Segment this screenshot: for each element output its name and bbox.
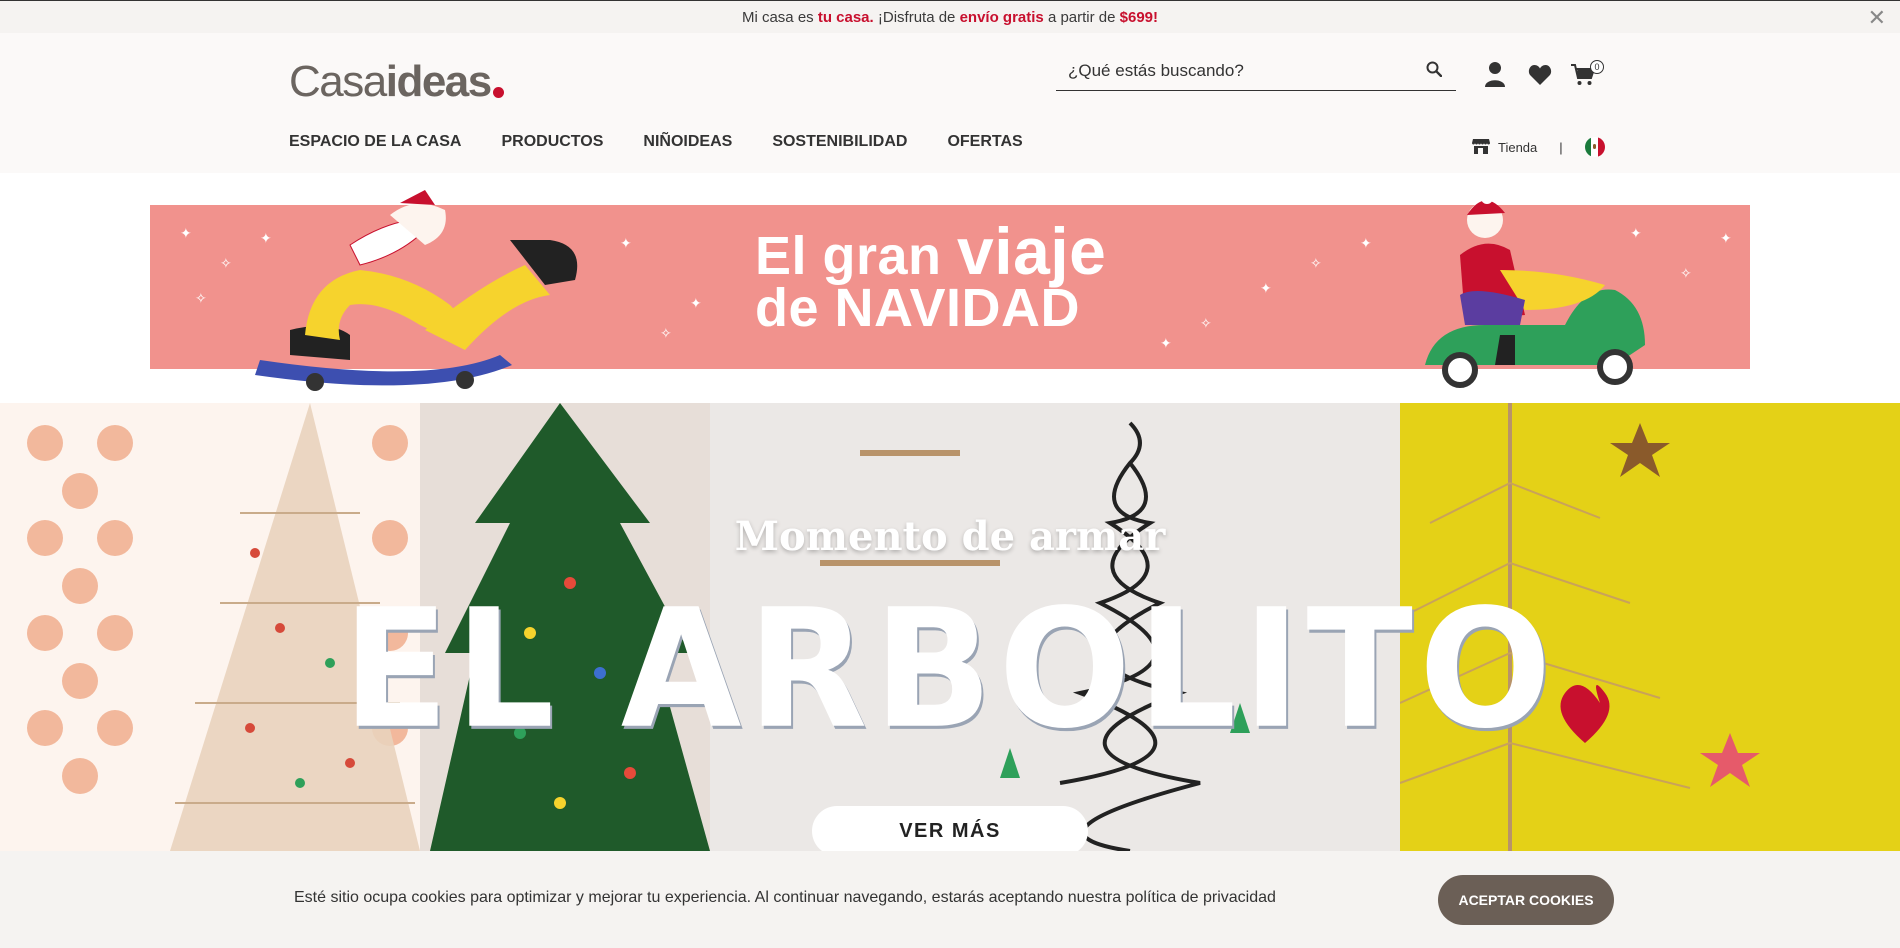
sparkle-icon: ✧ (1200, 315, 1212, 331)
promo-title-line2: de NAVIDAD (755, 278, 1081, 338)
accept-cookies-button[interactable]: ACEPTAR COOKIES (1438, 875, 1614, 925)
announcement-bar: Mi casa es tu casa. ¡Disfruta de envío g… (0, 0, 1900, 33)
main-nav: ESPACIO DE LA CASA PRODUCTOS NIÑOIDEAS S… (289, 133, 1023, 151)
hero-title: EL ARBOLITO (342, 573, 1558, 765)
sparkle-icon: ✦ (690, 295, 702, 311)
promo-title-line1: El gran (755, 226, 958, 286)
logo[interactable]: Casa ideas (289, 57, 504, 107)
announcement-highlight-home: tu casa. (817, 8, 874, 26)
sparkle-icon: ✧ (1680, 265, 1692, 281)
sparkle-icon: ✦ (1260, 280, 1272, 296)
logo-dot (492, 87, 504, 98)
hero-subtitle: Momento de armar (734, 513, 1166, 560)
announcement-text: Mi casa es tu casa. ¡Disfruta de envío g… (742, 9, 1158, 26)
search-input[interactable] (1056, 60, 1406, 81)
cookie-banner: Esté sitio ocupa cookies para optimizar … (0, 851, 1900, 948)
ver-mas-button[interactable]: VER MÁS (812, 806, 1088, 851)
skateboard-illustration (255, 190, 578, 391)
sparkle-icon: ✦ (1160, 335, 1172, 351)
search-icon[interactable] (1426, 61, 1443, 82)
sparkle-icon: ✧ (195, 290, 207, 306)
cart-count-badge: 0 (1590, 60, 1604, 74)
sparkle-icon: ✦ (180, 225, 192, 241)
nav-item-ninoideas[interactable]: NIÑOIDEAS (643, 133, 732, 151)
store-selector: Tienda | (1472, 137, 1605, 157)
sparkle-icon: ✧ (1310, 255, 1322, 271)
close-icon[interactable]: ✕ (1868, 7, 1886, 29)
hero-banner: Momento de armar EL ARBOLITO VER MÁS (0, 403, 1900, 851)
logo-text-ideas: ideas (385, 57, 493, 106)
announcement-middle: ¡Disfruta de (873, 8, 960, 26)
announcement-after: a partir de (1043, 8, 1120, 26)
logo-text-casa: Casa (289, 57, 387, 106)
sparkle-icon: ✦ (1720, 230, 1732, 246)
store-link[interactable]: Tienda (1498, 140, 1537, 155)
store-icon[interactable] (1472, 138, 1490, 157)
sparkle-icon: ✧ (220, 255, 232, 271)
search-bar (1056, 51, 1456, 91)
sparkle-icon: ✦ (1360, 235, 1372, 251)
heart-icon[interactable] (1528, 64, 1552, 91)
announcement-prefix: Mi casa es (741, 8, 818, 26)
user-icon[interactable] (1484, 61, 1506, 92)
promo-title: El gran viaje de NAVIDAD (755, 218, 1106, 338)
nav-item-productos[interactable]: PRODUCTOS (501, 133, 603, 151)
nav-item-ofertas[interactable]: OFERTAS (947, 133, 1022, 151)
promo-banner[interactable]: ✦ ✧ ✦ ✧ ✦ ✧ ✦ ✦ ✧ ✦ ✧ ✦ ✦ ✧ ✦ El gran vi… (150, 190, 1750, 391)
mexico-flag-icon[interactable] (1584, 137, 1605, 157)
nav-item-sostenibilidad[interactable]: SOSTENIBILIDAD (772, 133, 907, 151)
sparkle-icon: ✧ (660, 325, 672, 341)
announcement-highlight-free-shipping: envío gratis (959, 8, 1044, 26)
announcement-highlight-amount: $699! (1119, 8, 1159, 26)
site-header: Casaideas 0 ESPACIO DE LA CASA PRODUCTOS… (0, 33, 1900, 173)
store-separator: | (1559, 139, 1563, 155)
promo-title-viaje: viaje (957, 214, 1107, 288)
cookie-message: Esté sitio ocupa cookies para optimizar … (294, 889, 1276, 906)
nav-item-espacio-de-la-casa[interactable]: ESPACIO DE LA CASA (289, 133, 461, 151)
scooter-illustration (1425, 192, 1645, 388)
